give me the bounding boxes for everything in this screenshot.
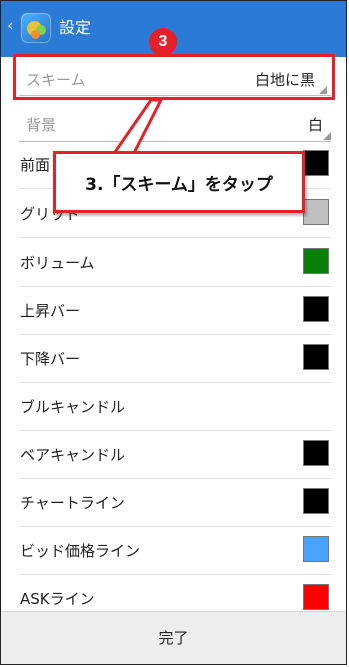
screenshot-frame: ‹ 設定 スキーム 白地に黒 背景 白 前面 グリッド ボリューム 上昇バー 下… xyxy=(0,0,347,665)
color-swatch[interactable] xyxy=(303,344,329,370)
color-swatch[interactable] xyxy=(303,584,329,610)
instruction-text: 3.「スキーム」をタップ xyxy=(85,175,273,195)
color-swatch[interactable] xyxy=(303,248,329,274)
color-row-bull-candle[interactable]: ブルキャンドル xyxy=(19,382,331,431)
background-selector[interactable]: 背景 白 xyxy=(19,106,331,142)
page-title: 設定 xyxy=(59,18,92,37)
instruction-callout: 3.「スキーム」をタップ xyxy=(53,151,305,213)
color-swatch[interactable] xyxy=(303,199,329,225)
color-row-up-bar[interactable]: 上昇バー xyxy=(19,286,331,335)
color-row-down-bar[interactable]: 下降バー xyxy=(19,334,331,383)
color-row-label: ベアキャンドル xyxy=(20,446,126,464)
color-row-bid-line[interactable]: ビッド価格ライン xyxy=(19,526,331,575)
color-swatch[interactable] xyxy=(303,488,329,514)
step-number-badge: 3 xyxy=(149,28,177,56)
done-button[interactable]: 完了 xyxy=(1,612,346,664)
color-row-label: 前面 xyxy=(20,156,51,174)
color-row-label: ボリューム xyxy=(20,254,95,272)
color-row-volume[interactable]: ボリューム xyxy=(19,238,331,287)
color-row-label: ブルキャンドル xyxy=(20,398,126,416)
scheme-highlight-box xyxy=(13,54,335,100)
app-logo-icon[interactable] xyxy=(21,13,51,43)
color-row-label: ビッド価格ライン xyxy=(20,542,141,560)
color-row-label: チャートライン xyxy=(20,494,125,512)
color-row-label: 下降バー xyxy=(20,350,81,368)
color-row-bear-candle[interactable]: ベアキャンドル xyxy=(19,430,331,479)
dropdown-corner-icon xyxy=(323,132,331,140)
back-arrow-icon[interactable]: ‹ xyxy=(7,18,14,35)
color-swatch[interactable] xyxy=(303,536,329,562)
color-row-label: 上昇バー xyxy=(20,302,81,320)
color-row-label: ASKライン xyxy=(20,590,95,608)
color-swatch[interactable] xyxy=(303,296,329,322)
footer-bar: 完了 xyxy=(1,611,346,664)
color-swatch[interactable] xyxy=(303,440,329,466)
color-row-chart-line[interactable]: チャートライン xyxy=(19,478,331,527)
background-value: 白 xyxy=(307,116,323,134)
background-label: 背景 xyxy=(26,116,57,134)
color-swatch[interactable] xyxy=(303,150,329,176)
